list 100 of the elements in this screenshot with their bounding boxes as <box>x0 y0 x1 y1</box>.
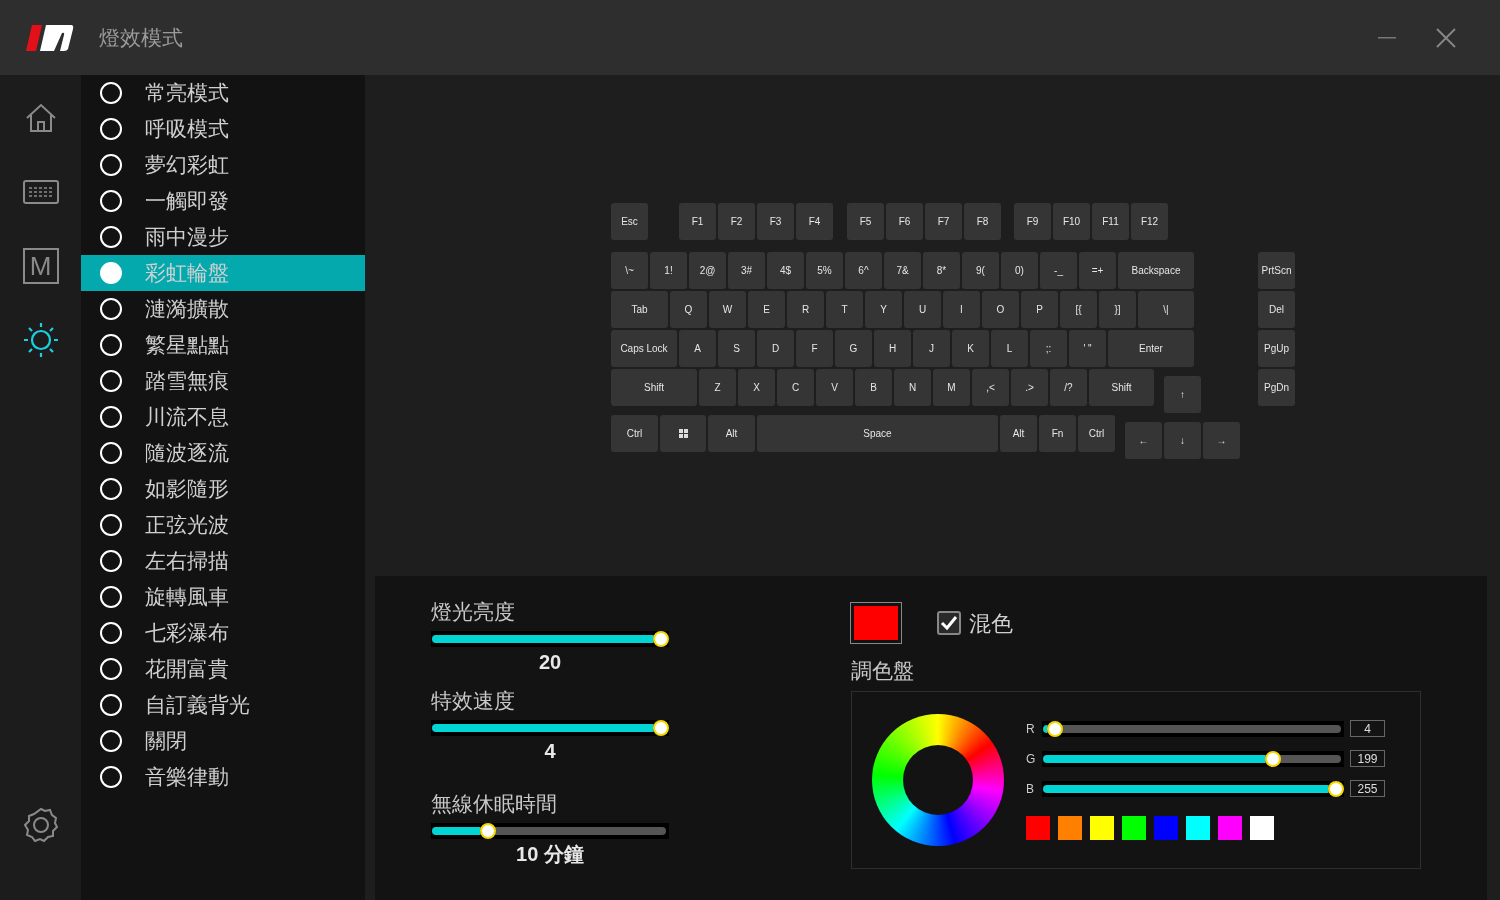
keyboard-key[interactable]: Alt <box>708 415 755 452</box>
channel-value-field[interactable]: 199 <box>1350 750 1385 767</box>
channel-slider-track[interactable] <box>1042 750 1344 767</box>
slider-thumb[interactable] <box>1046 720 1063 737</box>
keyboard-key[interactable]: 6^ <box>845 252 882 289</box>
keyboard-key[interactable]: I <box>943 291 980 328</box>
color-swatch[interactable] <box>1250 815 1274 840</box>
mode-option[interactable]: 音樂律動 <box>81 759 365 795</box>
keyboard-key[interactable]: X <box>738 369 775 406</box>
keyboard-key[interactable]: B <box>855 369 892 406</box>
keyboard-key[interactable]: /? <box>1050 369 1087 406</box>
keyboard-key[interactable]: W <box>709 291 746 328</box>
settings-icon[interactable] <box>21 806 60 844</box>
mode-option[interactable]: 隨波逐流 <box>81 435 365 471</box>
keyboard-key[interactable]: U <box>904 291 941 328</box>
slider-thumb[interactable] <box>1265 750 1282 767</box>
mode-option[interactable]: 花開富貴 <box>81 651 365 687</box>
keyboard-key[interactable]: F5 <box>847 203 884 240</box>
color-swatch[interactable] <box>1218 815 1242 840</box>
mode-option[interactable]: 踏雪無痕 <box>81 363 365 399</box>
keyboard-key[interactable]: ← <box>1125 422 1162 459</box>
keyboard-key[interactable]: V <box>816 369 853 406</box>
mode-option[interactable]: 自訂義背光 <box>81 687 365 723</box>
keyboard-key[interactable]: L <box>991 330 1028 367</box>
keyboard-key[interactable]: Ctrl <box>1078 415 1115 452</box>
keyboard-key[interactable]: }] <box>1099 291 1136 328</box>
checkbox[interactable] <box>937 611 961 635</box>
keyboard-key[interactable]: Fn <box>1039 415 1076 452</box>
slider-thumb[interactable] <box>479 823 496 839</box>
radio-button[interactable] <box>100 262 122 284</box>
keyboard-key[interactable]: 1! <box>650 252 687 289</box>
radio-button[interactable] <box>100 514 122 536</box>
keyboard-key[interactable]: P <box>1021 291 1058 328</box>
radio-button[interactable] <box>100 190 122 212</box>
keyboard-key[interactable]: 2@ <box>689 252 726 289</box>
mode-option[interactable]: 常亮模式 <box>81 75 365 111</box>
keyboard-key[interactable] <box>660 415 706 452</box>
keyboard-key[interactable]: 5% <box>806 252 843 289</box>
color-swatch[interactable] <box>1186 815 1210 840</box>
keyboard-key[interactable]: G <box>835 330 872 367</box>
radio-button[interactable] <box>100 550 122 572</box>
keyboard-key[interactable]: =+ <box>1079 252 1116 289</box>
radio-button[interactable] <box>100 730 122 752</box>
keyboard-key[interactable]: O <box>982 291 1019 328</box>
radio-button[interactable] <box>100 298 122 320</box>
radio-button[interactable] <box>100 154 122 176</box>
radio-button[interactable] <box>100 694 122 716</box>
keyboard-key[interactable]: F11 <box>1092 203 1129 240</box>
mode-option[interactable]: 七彩瀑布 <box>81 615 365 651</box>
keyboard-key[interactable]: Ctrl <box>611 415 658 452</box>
keyboard-key[interactable]: C <box>777 369 814 406</box>
keyboard-key[interactable]: ↓ <box>1164 422 1201 459</box>
keyboard-key[interactable]: Enter <box>1108 330 1194 367</box>
radio-button[interactable] <box>100 766 122 788</box>
keyboard-key[interactable]: ,< <box>972 369 1009 406</box>
mode-option[interactable]: 正弦光波 <box>81 507 365 543</box>
mode-option[interactable]: 一觸即發 <box>81 183 365 219</box>
keyboard-key[interactable]: .> <box>1011 369 1048 406</box>
minimize-icon[interactable] <box>1378 36 1396 39</box>
keyboard-key[interactable]: Caps Lock <box>611 330 677 367</box>
keyboard-key[interactable]: Tab <box>611 291 668 328</box>
keyboard-key[interactable]: -_ <box>1040 252 1077 289</box>
mode-option[interactable]: 夢幻彩虹 <box>81 147 365 183</box>
radio-button[interactable] <box>100 226 122 248</box>
mode-option[interactable]: 左右掃描 <box>81 543 365 579</box>
keyboard-key[interactable]: 3# <box>728 252 765 289</box>
keyboard-key[interactable]: K <box>952 330 989 367</box>
keyboard-key[interactable]: Z <box>699 369 736 406</box>
keyboard-key[interactable]: Backspace <box>1118 252 1194 289</box>
keyboard-key[interactable]: 7& <box>884 252 921 289</box>
radio-button[interactable] <box>100 370 122 392</box>
keyboard-key[interactable]: H <box>874 330 911 367</box>
sun-icon[interactable] <box>21 321 60 359</box>
close-icon[interactable] <box>1436 27 1456 48</box>
keyboard-key[interactable]: Alt <box>1000 415 1037 452</box>
keyboard-key[interactable]: PrtScn <box>1258 252 1295 289</box>
keyboard-key[interactable]: F7 <box>925 203 962 240</box>
keyboard-key[interactable]: F3 <box>757 203 794 240</box>
slider-thumb[interactable] <box>653 631 669 647</box>
keyboard-key[interactable]: 4$ <box>767 252 804 289</box>
radio-button[interactable] <box>100 406 122 428</box>
slider-track[interactable] <box>431 720 669 736</box>
color-swatch[interactable] <box>1090 815 1114 840</box>
radio-button[interactable] <box>100 622 122 644</box>
mode-option[interactable]: 雨中漫步 <box>81 219 365 255</box>
keyboard-key[interactable]: Space <box>757 415 998 452</box>
keyboard-key[interactable]: F <box>796 330 833 367</box>
keyboard-key[interactable]: J <box>913 330 950 367</box>
keyboard-key[interactable]: F12 <box>1131 203 1168 240</box>
keyboard-key[interactable]: R <box>787 291 824 328</box>
mode-option[interactable]: 關閉 <box>81 723 365 759</box>
mode-option[interactable]: 繁星點點 <box>81 327 365 363</box>
keyboard-key[interactable]: Q <box>670 291 707 328</box>
radio-button[interactable] <box>100 442 122 464</box>
color-swatch[interactable] <box>1026 815 1050 840</box>
keyboard-key[interactable]: T <box>826 291 863 328</box>
radio-button[interactable] <box>100 334 122 356</box>
radio-button[interactable] <box>100 82 122 104</box>
radio-button[interactable] <box>100 586 122 608</box>
keyboard-key[interactable]: PgDn <box>1258 369 1295 406</box>
